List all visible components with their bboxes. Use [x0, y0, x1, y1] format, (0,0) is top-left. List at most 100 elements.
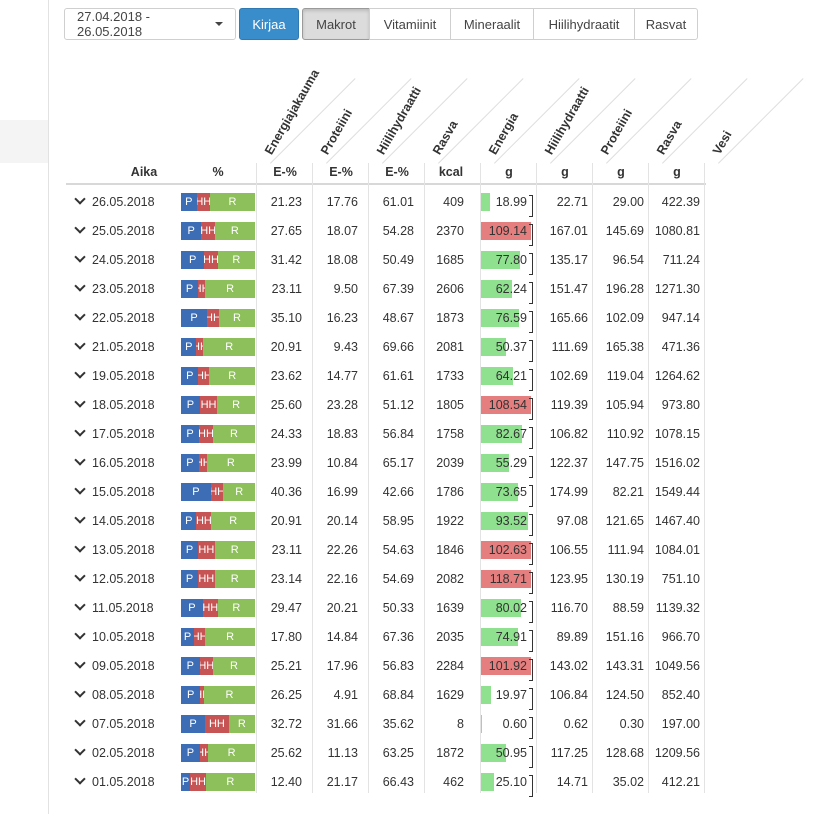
chevron-down-icon[interactable]	[74, 744, 86, 756]
chevron-down-icon[interactable]	[74, 251, 86, 263]
fat-abbrev: R	[226, 631, 235, 643]
carb-grams: 116.70	[550, 601, 588, 615]
target-marker	[529, 746, 533, 768]
date-range-picker[interactable]: 27.04.2018 - 26.05.2018	[64, 8, 236, 40]
carb-grams: 102.69	[549, 369, 588, 383]
chevron-down-icon[interactable]	[74, 367, 86, 379]
carb-segment: HH	[198, 367, 210, 385]
protein-energy-pct: 26.25	[270, 688, 302, 702]
target-marker	[529, 369, 533, 391]
tab-fats[interactable]: Rasvat	[634, 8, 698, 40]
column-divider	[648, 163, 649, 793]
chevron-down-icon[interactable]	[74, 338, 86, 350]
chevron-down-icon[interactable]	[74, 715, 86, 727]
chevron-down-icon[interactable]	[74, 570, 86, 582]
chevron-down-icon[interactable]	[74, 280, 86, 292]
energy-split-bar: PHHR	[181, 715, 255, 733]
chevron-down-icon[interactable]	[74, 773, 86, 785]
carb-abbrev: HH	[200, 399, 217, 411]
chevron-down-icon[interactable]	[74, 541, 86, 553]
chevron-down-icon[interactable]	[74, 309, 86, 321]
chevron-down-icon[interactable]	[74, 483, 86, 495]
toolbar: 27.04.2018 - 26.05.2018 Kirjaa Makrot Vi…	[64, 8, 698, 40]
energy-value: 109.14	[488, 224, 527, 238]
carb-segment: HH	[199, 744, 209, 762]
target-marker	[529, 195, 533, 217]
carb-segment: HH	[198, 570, 215, 588]
carb-grams: 106.84	[549, 688, 588, 702]
tab-carbohydrates[interactable]: Hiilihydraatit	[533, 8, 635, 40]
energy-value: 18.99	[495, 195, 527, 209]
energy-value: 101.92	[488, 659, 527, 673]
tab-minerals[interactable]: Mineraalit	[450, 8, 534, 40]
carb-segment: HH	[206, 309, 219, 327]
row-date: 02.05.2018	[92, 746, 155, 760]
energy-value: 74.91	[495, 630, 527, 644]
carb-energy-pct: 20.14	[326, 514, 358, 528]
protein-grams: 96.54	[612, 253, 644, 267]
fat-segment: R	[217, 396, 255, 414]
carb-energy-pct: 18.08	[326, 253, 358, 267]
carb-energy-pct: 16.99	[326, 485, 358, 499]
fat-abbrev: R	[228, 370, 237, 382]
carb-segment: HH	[199, 425, 213, 443]
fat-segment: R	[228, 715, 255, 733]
kcal-value: 1629	[436, 688, 464, 702]
fat-grams: 1516.02	[654, 456, 700, 470]
tab-vitamins[interactable]: Vitamiinit	[369, 8, 451, 40]
energy-split-bar: PHHR	[181, 657, 255, 675]
chevron-down-icon[interactable]	[74, 193, 86, 205]
carb-energy-pct: 17.76	[326, 195, 358, 209]
log-button[interactable]: Kirjaa	[239, 8, 299, 40]
chevron-down-icon[interactable]	[74, 425, 86, 437]
protein-segment: P	[181, 338, 197, 356]
fat-segment: R	[203, 338, 255, 356]
energy-split-bar: PHHR	[181, 280, 255, 298]
chevron-down-icon[interactable]	[74, 454, 86, 466]
carb-segment: HH	[196, 338, 204, 356]
fat-abbrev: R	[226, 457, 235, 469]
tab-macros[interactable]: Makrot	[302, 8, 370, 40]
protein-grams: 196.28	[605, 282, 644, 296]
carb-energy-pct: 21.17	[326, 775, 358, 789]
fat-segment: R	[209, 193, 255, 211]
unit-label: g	[561, 165, 569, 179]
protein-segment: P	[181, 425, 199, 443]
protein-energy-pct: 12.40	[270, 775, 302, 789]
fat-abbrev: R	[230, 573, 239, 585]
energy-progress: 101.92	[481, 657, 531, 675]
fat-grams: 1078.15	[654, 427, 700, 441]
energy-value: 55.29	[495, 456, 527, 470]
protein-energy-pct: 25.62	[270, 746, 302, 760]
chevron-down-icon[interactable]	[74, 599, 86, 611]
carb-abbrev: HH	[199, 747, 209, 759]
fat-energy-pct: 61.61	[382, 369, 414, 383]
chevron-down-icon[interactable]	[74, 657, 86, 669]
chevron-down-icon[interactable]	[74, 628, 86, 640]
fat-segment: R	[209, 367, 255, 385]
carb-energy-pct: 11.13	[327, 746, 358, 760]
chevron-down-icon[interactable]	[74, 512, 86, 524]
date-range-label: 27.04.2018 - 26.05.2018	[77, 9, 151, 39]
caret-down-icon	[215, 22, 223, 26]
carb-grams: 89.89	[556, 630, 588, 644]
header-protein-pct: Proteiini	[318, 106, 356, 157]
carb-abbrev: HH	[198, 370, 210, 382]
protein-energy-pct: 32.72	[270, 717, 302, 731]
kcal-value: 1805	[436, 398, 464, 412]
energy-value: 76.59	[495, 311, 527, 325]
header-percent: %	[212, 165, 224, 179]
carb-abbrev: HH	[208, 718, 225, 730]
chevron-down-icon[interactable]	[74, 686, 86, 698]
fat-abbrev: R	[226, 776, 235, 788]
row-date: 21.05.2018	[92, 340, 155, 354]
energy-split-bar: PHHR	[181, 338, 255, 356]
chevron-down-icon[interactable]	[74, 222, 86, 234]
target-marker	[529, 340, 533, 362]
energy-value: 64.21	[495, 369, 527, 383]
carb-abbrev: HH	[196, 515, 212, 527]
fat-energy-pct: 56.83	[382, 659, 414, 673]
row-date: 22.05.2018	[92, 311, 155, 325]
chevron-down-icon[interactable]	[74, 396, 86, 408]
protein-energy-pct: 27.65	[270, 224, 302, 238]
